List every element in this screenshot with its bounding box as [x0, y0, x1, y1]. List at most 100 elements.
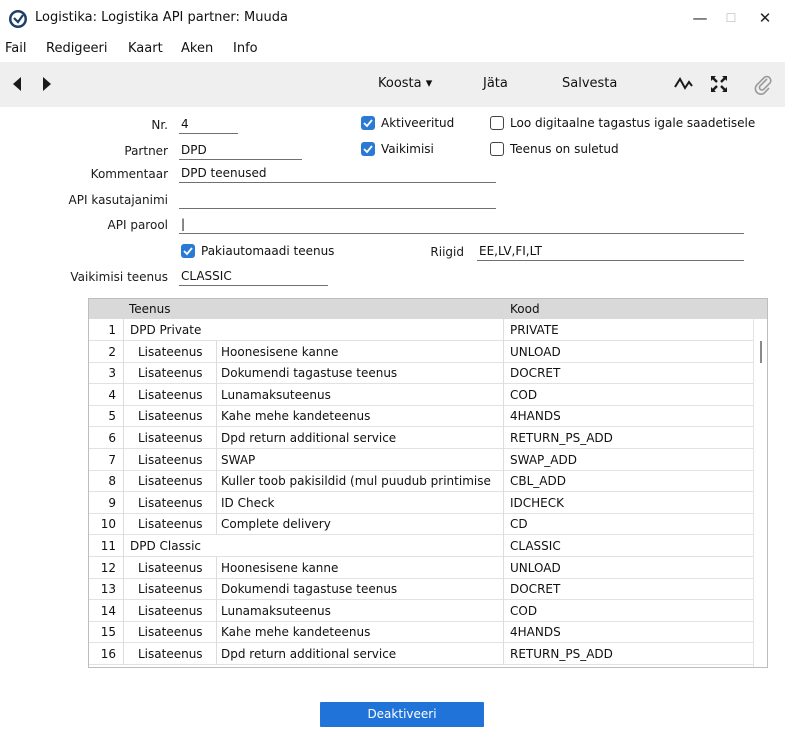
column-separator — [503, 340, 504, 363]
column-separator — [123, 340, 124, 363]
column-separator — [503, 535, 504, 557]
menu-fail[interactable]: Fail — [5, 41, 26, 56]
service-description: Dokumendi tagastuse teenus — [221, 582, 398, 597]
app-logo-icon — [9, 10, 27, 28]
column-separator — [123, 383, 124, 406]
toolbar: Koosta ▾ Jäta Salvesta — [0, 62, 785, 107]
table-row[interactable]: 1 DPD Private PRIVATE — [89, 319, 753, 341]
column-separator — [216, 556, 217, 579]
table-row[interactable]: 6 Lisateenus Dpd return additional service… — [89, 427, 753, 449]
row-number: 15 — [100, 625, 116, 640]
menu-aken[interactable]: Aken — [181, 41, 213, 56]
service-description: Lunamaksuteenus — [221, 387, 331, 402]
service-code: 4HANDS — [510, 409, 561, 424]
table-row[interactable]: 5 Lisateenus Kahe mehe kandeteenus 4HANDS — [89, 405, 753, 428]
row-number: 8 — [108, 474, 116, 489]
pakiautomaadi-checkbox[interactable] — [181, 244, 195, 258]
column-separator — [216, 491, 217, 514]
vertical-scrollbar[interactable] — [753, 319, 767, 667]
table-row[interactable]: 8 Lisateenus Kuller toob pakisildid (mul p… — [89, 470, 753, 493]
column-separator — [123, 362, 124, 385]
vaikimisi-label: Vaikimisi — [381, 142, 434, 156]
minimize-button[interactable]: — — [685, 6, 715, 30]
kommentaar-label: Kommentaar — [90, 167, 168, 181]
koosta-button[interactable]: Koosta ▾ — [378, 76, 432, 91]
service-code: PRIVATE — [510, 323, 559, 337]
teenus-suletud-checkbox[interactable] — [490, 142, 504, 156]
service-type: Lisateenus — [138, 474, 203, 489]
column-separator — [216, 470, 217, 493]
column-separator — [123, 578, 124, 601]
close-button[interactable]: ✕ — [750, 6, 780, 30]
services-table: Teenus Kood 1 DPD Private PRIVATE 2 Lisateen… — [88, 298, 768, 668]
api-user-field[interactable] — [179, 191, 496, 209]
partner-field[interactable]: DPD — [179, 142, 302, 160]
column-separator — [123, 513, 124, 536]
table-row[interactable]: 3 Lisateenus Dokumendi tagastuse teenus DOC… — [89, 362, 753, 385]
maximize-button[interactable]: ☐ — [716, 6, 746, 30]
service-code: CLASSIC — [510, 539, 561, 553]
table-row[interactable]: 12 Lisateenus Hoonesisene kanne UNLOAD — [89, 556, 753, 579]
scrollbar-thumb[interactable] — [760, 341, 762, 363]
column-separator — [123, 319, 124, 341]
table-row[interactable]: 2 Lisateenus Hoonesisene kanne UNLOAD — [89, 340, 753, 363]
next-record-icon[interactable] — [40, 75, 54, 93]
previous-record-icon[interactable] — [10, 75, 24, 93]
salvesta-button[interactable]: Salvesta — [562, 76, 617, 91]
service-type: Lisateenus — [138, 625, 203, 640]
kommentaar-field[interactable]: DPD teenused — [179, 165, 496, 183]
activity-icon[interactable] — [672, 73, 694, 95]
service-description: Lunamaksuteenus — [221, 603, 331, 618]
service-description: SWAP — [221, 452, 256, 467]
aktiveeritud-label: Aktiveeritud — [381, 116, 455, 130]
column-separator — [503, 556, 504, 579]
table-row[interactable]: 7 Lisateenus SWAP SWAP_ADD — [89, 448, 753, 471]
table-row[interactable]: 11 DPD Classic CLASSIC — [89, 535, 753, 557]
attachment-icon[interactable] — [752, 73, 774, 95]
service-name: DPD Private — [130, 323, 202, 337]
table-row[interactable]: 15 Lisateenus Kahe mehe kandeteenus 4HANDS — [89, 621, 753, 644]
table-row[interactable]: 14 Lisateenus Lunamaksuteenus COD — [89, 599, 753, 622]
column-separator — [216, 621, 217, 644]
menu-info[interactable]: Info — [233, 41, 258, 56]
nr-field[interactable]: 4 — [179, 116, 238, 134]
menu-kaart[interactable]: Kaart — [128, 41, 163, 56]
table-row[interactable]: 13 Lisateenus Dokumendi tagastuse teenus DO… — [89, 578, 753, 601]
column-separator — [216, 383, 217, 406]
deaktiveeri-button[interactable]: Deaktiveeri — [320, 702, 484, 727]
column-separator — [503, 599, 504, 622]
row-number: 11 — [100, 539, 116, 553]
menu-redigeeri[interactable]: Redigeeri — [46, 41, 108, 56]
aktiveeritud-checkbox[interactable] — [361, 116, 375, 130]
vaikimisi-teenus-field[interactable]: CLASSIC — [179, 268, 328, 286]
expand-icon[interactable] — [708, 73, 730, 95]
row-number: 6 — [108, 431, 116, 445]
column-separator — [503, 362, 504, 385]
table-row[interactable]: 16 Lisateenus Dpd return additional servic… — [89, 643, 753, 665]
column-separator — [216, 513, 217, 536]
service-code: COD — [510, 387, 538, 402]
service-description: ID Check — [221, 495, 275, 510]
service-description: Dpd return additional service — [221, 647, 397, 661]
column-separator — [123, 448, 124, 471]
api-pass-field[interactable]: | — [179, 216, 744, 234]
service-description: Kahe mehe kandeteenus — [221, 409, 371, 424]
column-separator — [503, 621, 504, 644]
row-number: 13 — [100, 582, 116, 597]
window-title: Logistika: Logistika API partner: Muuda — [35, 10, 288, 25]
column-separator — [123, 491, 124, 514]
digital-return-checkbox[interactable] — [490, 116, 504, 130]
vaikimisi-checkbox[interactable] — [361, 142, 375, 156]
service-type: Lisateenus — [138, 603, 203, 618]
column-separator — [503, 643, 504, 665]
table-row[interactable]: 10 Lisateenus Complete delivery CD — [89, 513, 753, 536]
partner-label: Partner — [124, 144, 168, 158]
service-type: Lisateenus — [138, 366, 203, 381]
row-number: 16 — [100, 647, 116, 661]
table-row[interactable]: 4 Lisateenus Lunamaksuteenus COD — [89, 383, 753, 406]
service-type: Lisateenus — [138, 647, 203, 661]
column-separator — [216, 448, 217, 471]
table-row[interactable]: 9 Lisateenus ID Check IDCHECK — [89, 491, 753, 514]
riigid-field[interactable]: EE,LV,FI,LT — [477, 243, 744, 261]
jata-button[interactable]: Jäta — [483, 76, 508, 91]
